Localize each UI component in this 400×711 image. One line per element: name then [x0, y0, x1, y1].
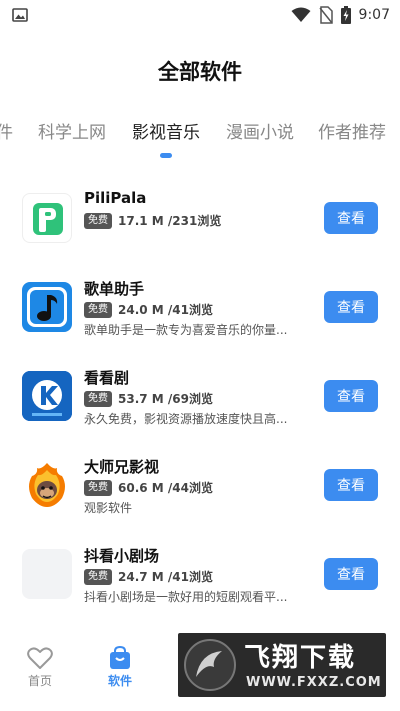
app-description: 歌单助手是一款专为喜爱音乐的你量... — [84, 323, 288, 337]
list-item[interactable]: 看看剧 免费 53.7 M /69浏览 永久免费，影视资源播放速度快且高... … — [0, 353, 400, 442]
tab-partial[interactable]: 件 — [0, 118, 13, 143]
tab-author-picks[interactable]: 作者推荐 — [318, 118, 386, 143]
tab-vpn[interactable]: 科学上网 — [38, 118, 106, 143]
view-button[interactable]: 查看 — [324, 291, 378, 323]
watermark-title: 飞翔下载 — [244, 643, 357, 673]
list-item[interactable]: 歌单助手 免费 24.0 M /41浏览 歌单助手是一款专为喜爱音乐的你量...… — [0, 264, 400, 353]
kankanju-icon — [22, 371, 72, 421]
list-item[interactable]: 抖看小剧场 免费 24.7 M /41浏览 抖看小剧场是一款好用的短剧观看平..… — [0, 531, 400, 620]
gallery-notification-icon — [12, 8, 28, 22]
app-size-views: 60.6 M /44浏览 — [118, 481, 213, 495]
view-button[interactable]: 查看 — [324, 558, 378, 590]
nav-item-software[interactable]: 软件 — [90, 646, 150, 689]
free-badge: 免费 — [84, 390, 112, 407]
view-button[interactable]: 查看 — [324, 469, 378, 501]
app-name: 看看剧 — [84, 369, 130, 387]
app-size-views: 17.1 M /231浏览 — [118, 214, 222, 228]
nav-item-home[interactable]: 首页 — [10, 646, 70, 689]
app-name: PiliPala — [84, 189, 147, 207]
nav-label: 首页 — [27, 674, 52, 688]
list-item[interactable]: 大师兄影视 免费 60.6 M /44浏览 观影软件 查看 — [0, 442, 400, 531]
app-name: 歌单助手 — [84, 280, 145, 298]
app-meta: 免费 60.6 M /44浏览 — [84, 479, 213, 496]
app-size-views: 24.7 M /41浏览 — [118, 570, 213, 584]
view-button[interactable]: 查看 — [324, 202, 378, 234]
tab-comics-novels[interactable]: 漫画小说 — [226, 118, 294, 143]
free-badge: 免费 — [84, 479, 112, 496]
page-title: 全部软件 — [158, 60, 242, 84]
app-size-views: 24.0 M /41浏览 — [118, 303, 213, 317]
category-tabs: 件 科学上网 影视音乐 漫画小说 作者推荐 — [0, 118, 400, 148]
watermark: 飞翔下载 WWW.FXXZ.COM — [178, 633, 386, 697]
battery-charging-icon — [340, 6, 351, 24]
monkey-flame-icon — [22, 460, 72, 510]
free-badge: 免费 — [84, 212, 112, 229]
app-meta: 免费 24.0 M /41浏览 — [84, 301, 213, 318]
app-name: 大师兄影视 — [84, 458, 160, 476]
watermark-url: WWW.FXXZ.COM — [246, 675, 382, 690]
free-badge: 免费 — [84, 301, 112, 318]
view-button[interactable]: 查看 — [324, 380, 378, 412]
active-tab-indicator — [160, 153, 172, 158]
bag-icon — [90, 646, 150, 670]
pilipala-icon — [22, 193, 72, 243]
status-bar: 9:07 — [0, 0, 400, 30]
wifi-icon — [291, 7, 311, 23]
app-name: 抖看小剧场 — [84, 547, 160, 565]
free-badge: 免费 — [84, 568, 112, 585]
app-meta: 免费 53.7 M /69浏览 — [84, 390, 213, 407]
app-meta: 免费 24.7 M /41浏览 — [84, 568, 213, 585]
app-meta: 免费 17.1 M /231浏览 — [84, 212, 221, 229]
app-size-views: 53.7 M /69浏览 — [118, 392, 213, 406]
app-description: 观影软件 — [84, 501, 133, 515]
placeholder-icon — [22, 549, 72, 599]
tab-video-music[interactable]: 影视音乐 — [132, 118, 200, 143]
watermark-logo-icon — [184, 639, 236, 691]
app-description: 抖看小剧场是一款好用的短剧观看平... — [84, 590, 288, 604]
heart-icon — [10, 646, 70, 670]
no-sim-icon — [318, 6, 333, 24]
list-item[interactable]: PiliPala 免费 17.1 M /231浏览 查看 — [0, 175, 400, 264]
status-time: 9:07 — [358, 7, 390, 23]
app-description: 永久免费，影视资源播放速度快且高... — [84, 412, 288, 426]
nav-label: 软件 — [107, 674, 132, 688]
music-note-icon — [22, 282, 72, 332]
